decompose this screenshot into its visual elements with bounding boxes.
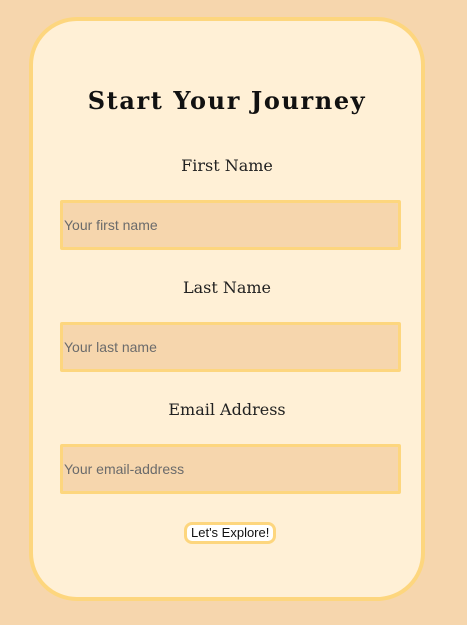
signup-card: Start Your Journey First Name Last Name … (29, 17, 425, 601)
lets-explore-button[interactable]: Let's Explore! (184, 522, 277, 544)
last-name-input[interactable] (60, 322, 401, 372)
first-name-input[interactable] (60, 200, 401, 250)
form-title: Start Your Journey (87, 86, 367, 115)
email-address-input[interactable] (60, 444, 401, 494)
last-name-label: Last Name (182, 278, 272, 297)
email-address-label: Email Address (168, 400, 286, 419)
first-name-label: First Name (181, 156, 273, 175)
